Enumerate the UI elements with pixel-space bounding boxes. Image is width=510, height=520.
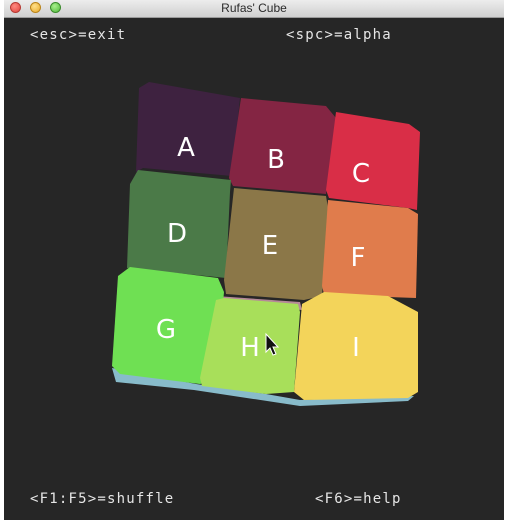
tile-d-label: D [167, 219, 187, 249]
tile-c-label: C [352, 159, 370, 189]
tile-a[interactable]: A [136, 82, 240, 176]
tile-f[interactable]: F [322, 200, 418, 298]
tile-f-face [322, 200, 418, 298]
tile-i-label: I [352, 333, 360, 363]
puzzle-cube[interactable]: A B C D E F G H I [4, 0, 504, 520]
tile-h[interactable]: H [200, 298, 300, 394]
help-hint: <F6>=help [315, 491, 402, 507]
tile-b[interactable]: B [229, 98, 336, 194]
tile-e[interactable]: E [224, 188, 328, 300]
tile-e-label: E [262, 231, 278, 261]
tile-d[interactable]: D [127, 170, 231, 278]
tile-f-label: F [351, 243, 366, 273]
shuffle-hint: <F1:F5>=shuffle [30, 491, 175, 507]
tile-g-label: G [156, 315, 176, 345]
tile-h-label: H [240, 333, 260, 363]
tile-c-face [326, 112, 420, 210]
tile-c[interactable]: C [326, 112, 420, 210]
tile-i[interactable]: I [294, 292, 418, 400]
tile-b-label: B [267, 145, 285, 175]
app-window: Rufas' Cube <esc>=exit <spc>=alpha A B C… [4, 0, 504, 520]
tile-a-label: A [177, 133, 195, 163]
